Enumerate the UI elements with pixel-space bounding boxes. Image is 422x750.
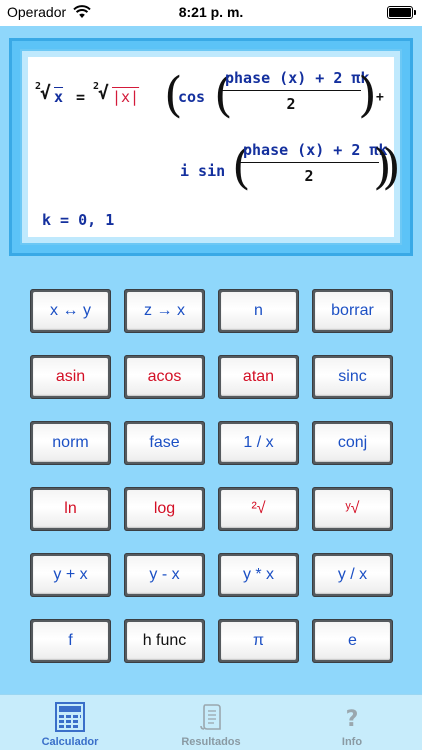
- status-time: 8:21 p. m.: [178, 4, 244, 20]
- tab-label-calculador: Calculador: [41, 736, 99, 748]
- key-3-1[interactable]: log: [124, 487, 205, 531]
- key-1-0[interactable]: asin: [30, 355, 111, 399]
- key-label: sinc: [315, 358, 390, 396]
- key-label: ln: [33, 490, 108, 528]
- key-5-0[interactable]: f: [30, 619, 111, 663]
- key-label: e: [315, 622, 390, 660]
- key-label: z → x: [127, 292, 202, 330]
- cos-denominator: 2: [286, 95, 296, 113]
- key-4-3[interactable]: y / x: [312, 553, 393, 597]
- key-5-1[interactable]: h func: [124, 619, 205, 663]
- battery-icon: [387, 6, 416, 19]
- key-1-3[interactable]: sinc: [312, 355, 393, 399]
- key-label: x ↔ y: [33, 292, 108, 330]
- key-5-3[interactable]: e: [312, 619, 393, 663]
- status-bar: Operador 8:21 p. m.: [0, 0, 422, 26]
- key-label: f: [33, 622, 108, 660]
- radical-left: √: [40, 83, 51, 104]
- display-bezel: 2 √ x = 2 √ |x| ( cos ( phase (x) + 2 πk…: [20, 49, 402, 245]
- key-0-1[interactable]: z → x: [124, 289, 205, 333]
- sin-fraction: phase (x) + 2 πk 2: [239, 141, 388, 185]
- radicand-x: x: [54, 88, 64, 106]
- tab-label-resultados: Resultados: [181, 736, 241, 748]
- abs-x: |x|: [112, 88, 140, 106]
- key-label: 1 / x: [221, 424, 296, 462]
- key-label: borrar: [315, 292, 390, 330]
- key-1-2[interactable]: atan: [218, 355, 299, 399]
- key-0-2[interactable]: n: [218, 289, 299, 333]
- formula-display: 2 √ x = 2 √ |x| ( cos ( phase (x) + 2 πk…: [28, 57, 401, 237]
- key-2-0[interactable]: norm: [30, 421, 111, 465]
- key-2-1[interactable]: fase: [124, 421, 205, 465]
- key-label: ²√: [221, 490, 296, 528]
- question-icon: ?: [346, 707, 359, 732]
- scroll-icon: [200, 704, 221, 730]
- tab-resultados[interactable]: Resultados: [141, 695, 281, 750]
- key-3-3[interactable]: ʸ√: [312, 487, 393, 531]
- key-label: log: [127, 490, 202, 528]
- cos-numerator: phase (x) + 2 πk: [221, 69, 370, 91]
- key-4-1[interactable]: y - x: [124, 553, 205, 597]
- key-label: y - x: [127, 556, 202, 594]
- key-2-2[interactable]: 1 / x: [218, 421, 299, 465]
- close-paren-outer: ): [382, 139, 401, 195]
- key-label: asin: [33, 358, 108, 396]
- cos-label: cos: [178, 88, 206, 106]
- key-label: norm: [33, 424, 108, 462]
- key-label: atan: [221, 358, 296, 396]
- k-values: k = 0, 1: [42, 211, 115, 229]
- key-4-2[interactable]: y * x: [218, 553, 299, 597]
- isin-label: i sin: [180, 162, 226, 180]
- equals-sign: =: [76, 88, 86, 106]
- key-0-0[interactable]: x ↔ y: [30, 289, 111, 333]
- key-3-0[interactable]: ln: [30, 487, 111, 531]
- sin-numerator: phase (x) + 2 πk: [239, 141, 388, 163]
- key-label: fase: [127, 424, 202, 462]
- calculator-icon: [55, 702, 85, 732]
- plus-sign: +: [376, 90, 384, 105]
- key-label: ʸ√: [315, 490, 390, 528]
- tab-label-info: Info: [341, 736, 363, 748]
- key-2-3[interactable]: conj: [312, 421, 393, 465]
- tab-info[interactable]: ? Info: [282, 695, 422, 750]
- tab-bar: Calculador Resultados ? Info: [0, 694, 422, 750]
- key-label: h func: [127, 622, 202, 660]
- close-paren-cos: ): [358, 67, 377, 123]
- key-5-2[interactable]: π: [218, 619, 299, 663]
- key-4-0[interactable]: y + x: [30, 553, 111, 597]
- key-label: y / x: [315, 556, 390, 594]
- display-frame: 2 √ x = 2 √ |x| ( cos ( phase (x) + 2 πk…: [9, 38, 413, 256]
- key-label: conj: [315, 424, 390, 462]
- key-label: acos: [127, 358, 202, 396]
- key-label: n: [221, 292, 296, 330]
- cos-fraction: phase (x) + 2 πk 2: [221, 69, 370, 113]
- svg-text:?: ?: [346, 707, 359, 732]
- tab-calculador[interactable]: Calculador: [0, 695, 140, 750]
- key-3-2[interactable]: ²√: [218, 487, 299, 531]
- key-0-3[interactable]: borrar: [312, 289, 393, 333]
- radical-right: √: [98, 83, 109, 104]
- key-label: y + x: [33, 556, 108, 594]
- key-label: π: [221, 622, 296, 660]
- key-1-1[interactable]: acos: [124, 355, 205, 399]
- key-label: y * x: [221, 556, 296, 594]
- sin-denominator: 2: [304, 167, 314, 185]
